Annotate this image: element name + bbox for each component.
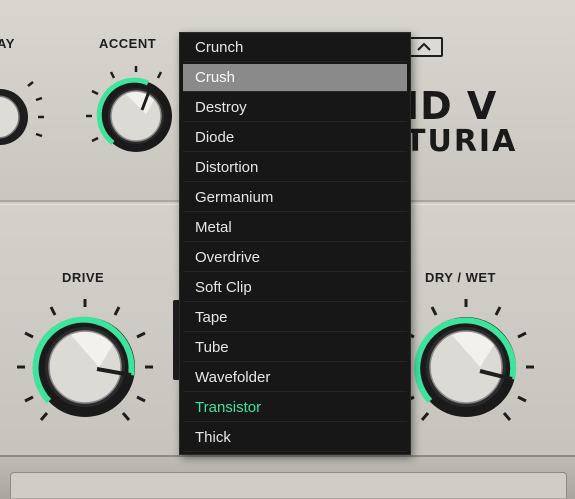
menu-item-wavefolder[interactable]: Wavefolder: [183, 364, 407, 392]
menu-item-transistor[interactable]: Transistor: [183, 394, 407, 422]
delay-knob-label: AY: [0, 36, 15, 51]
drive-knob-label: DRIVE: [62, 270, 105, 285]
chevron-up-icon: [417, 42, 431, 51]
menu-item-destroy[interactable]: Destroy: [183, 94, 407, 122]
menu-item-overdrive[interactable]: Overdrive: [183, 244, 407, 272]
menu-item-germanium[interactable]: Germanium: [183, 184, 407, 212]
distortion-type-menu: Crunch Crush Destroy Diode Distortion Ge…: [179, 32, 411, 455]
menu-item-crush[interactable]: Crush: [183, 64, 407, 92]
dry-wet-knob[interactable]: [391, 292, 541, 442]
delay-knob[interactable]: [0, 60, 60, 180]
menu-item-soft-clip[interactable]: Soft Clip: [183, 274, 407, 302]
brand-title: ID V: [405, 84, 498, 128]
accent-knob-label: ACCENT: [99, 36, 157, 51]
menu-item-diode[interactable]: Diode: [183, 124, 407, 152]
brand-subtitle: TURIA: [405, 124, 518, 159]
menu-item-tape[interactable]: Tape: [183, 304, 407, 332]
menu-item-tube[interactable]: Tube: [183, 334, 407, 362]
menu-item-metal[interactable]: Metal: [183, 214, 407, 242]
accent-knob[interactable]: [86, 66, 186, 166]
menu-item-crunch[interactable]: Crunch: [183, 34, 407, 62]
menu-item-thick[interactable]: Thick: [183, 424, 407, 452]
bottom-panel-inset: [10, 472, 567, 498]
menu-item-distortion[interactable]: Distortion: [183, 154, 407, 182]
drive-knob[interactable]: [10, 292, 160, 442]
dry-wet-knob-label: DRY / WET: [425, 270, 496, 285]
